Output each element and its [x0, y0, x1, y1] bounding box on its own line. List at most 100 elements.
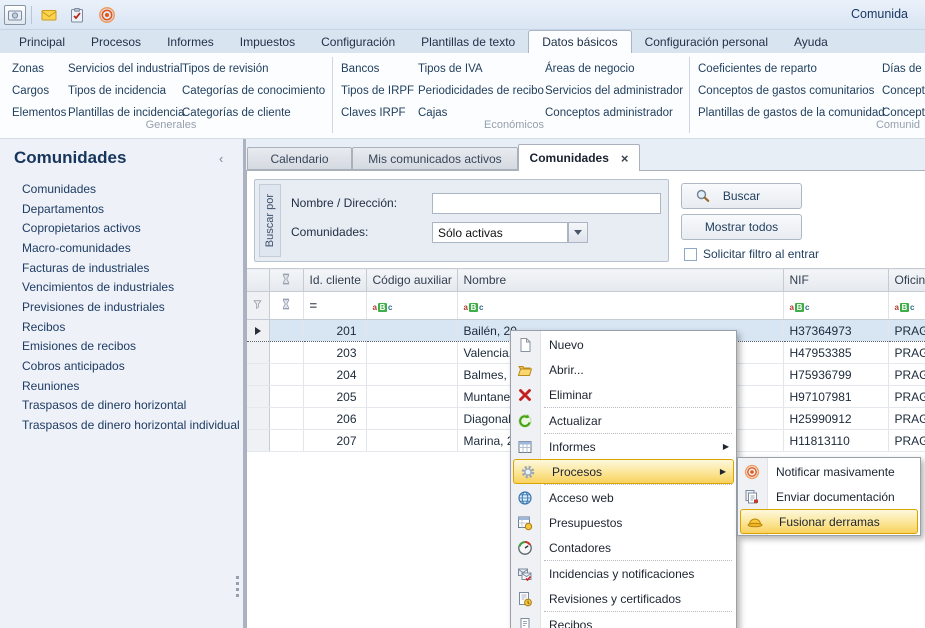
- broadcast-icon[interactable]: [96, 5, 118, 25]
- submenu-item-fusionar-derramas[interactable]: Fusionar derramas: [740, 509, 918, 534]
- ribbon-link-dias[interactable]: Días de em: [882, 58, 925, 80]
- cell-oficina[interactable]: PRAGMA: [888, 386, 925, 408]
- cell-nif[interactable]: H25990912: [783, 408, 888, 430]
- cell-nif[interactable]: H11813110: [783, 430, 888, 452]
- doc-tab-comunidades[interactable]: Comunidades ×: [518, 144, 640, 171]
- sidebar-item-departamentos[interactable]: Departamentos: [0, 199, 243, 219]
- tab-plantillas-de-texto[interactable]: Plantillas de texto: [408, 30, 528, 53]
- ribbon-link-bancos[interactable]: Bancos: [341, 58, 414, 80]
- sidebar-item-traspasos-horizontal[interactable]: Traspasos de dinero horizontal: [0, 396, 243, 416]
- cell-aux[interactable]: [366, 386, 457, 408]
- sidebar-item-comunidades[interactable]: Comunidades: [0, 179, 243, 199]
- grid-header-hourglass[interactable]: [269, 269, 303, 292]
- tab-datos-basicos[interactable]: Datos básicos: [528, 30, 631, 53]
- sidebar-item-vencimientos-industriales[interactable]: Vencimientos de industriales: [0, 277, 243, 297]
- menu-item-procesos[interactable]: Procesos ▶: [513, 459, 734, 484]
- tab-principal[interactable]: Principal: [6, 30, 78, 53]
- dropdown-button[interactable]: [568, 222, 588, 243]
- cell-aux[interactable]: [366, 408, 457, 430]
- close-tab-icon[interactable]: ×: [621, 151, 629, 166]
- sidebar-item-previsiones-industriales[interactable]: Previsiones de industriales: [0, 297, 243, 317]
- cell-id[interactable]: 206: [303, 408, 366, 430]
- tab-ayuda[interactable]: Ayuda: [781, 30, 841, 53]
- grid-header-id-cliente[interactable]: Id. cliente: [303, 269, 366, 292]
- checkbox-box[interactable]: [684, 248, 697, 261]
- tab-configuracion-personal[interactable]: Configuración personal: [632, 30, 781, 53]
- filter-abc-cell-aux[interactable]: aBc: [366, 292, 457, 320]
- communities-filter-select[interactable]: Sólo activas: [432, 222, 568, 243]
- sidebar-item-reuniones[interactable]: Reuniones: [0, 376, 243, 396]
- menu-item-presupuestos[interactable]: Presupuestos: [511, 510, 736, 535]
- grid-header-oficina[interactable]: Oficina: [888, 269, 925, 292]
- tasks-clipboard-icon[interactable]: [66, 5, 88, 25]
- cell-oficina[interactable]: PRAGMA: [888, 408, 925, 430]
- sidebar-item-copropietarios-activos[interactable]: Copropietarios activos: [0, 218, 243, 238]
- cell-nif[interactable]: H75936799: [783, 364, 888, 386]
- cell-nif[interactable]: H97107981: [783, 386, 888, 408]
- grid-header-nombre[interactable]: Nombre: [457, 269, 783, 292]
- ribbon-link-areas-negocio[interactable]: Áreas de negocio: [545, 58, 683, 80]
- menu-item-eliminar[interactable]: Eliminar: [511, 382, 736, 407]
- cell-aux[interactable]: [366, 430, 457, 452]
- ribbon-link-zonas[interactable]: Zonas: [12, 58, 66, 80]
- app-icon[interactable]: [4, 5, 26, 25]
- tab-procesos[interactable]: Procesos: [78, 30, 154, 53]
- tab-configuracion[interactable]: Configuración: [308, 30, 408, 53]
- splitter-handle[interactable]: [236, 576, 240, 600]
- sidebar-item-traspasos-horizontal-individual[interactable]: Traspasos de dinero horizontal individua…: [0, 415, 243, 435]
- cell-oficina[interactable]: PRAGMA: [888, 342, 925, 364]
- filter-hourglass-cell[interactable]: [269, 292, 303, 320]
- doc-tab-mis-comunicados[interactable]: Mis comunicados activos: [352, 147, 518, 170]
- filter-abc-cell-nombre[interactable]: aBc: [457, 292, 783, 320]
- ribbon-link-coeficientes-reparto[interactable]: Coeficientes de reparto: [698, 58, 885, 80]
- menu-item-revisiones[interactable]: Revisiones y certificados: [511, 586, 736, 611]
- show-all-button[interactable]: Mostrar todos: [681, 214, 802, 240]
- menu-item-incidencias[interactable]: Incidencias y notificaciones: [511, 561, 736, 586]
- menu-item-contadores[interactable]: Contadores: [511, 535, 736, 560]
- name-address-input[interactable]: [432, 193, 661, 214]
- filter-abc-cell-nif[interactable]: aBc: [783, 292, 888, 320]
- menu-item-acceso-web[interactable]: Acceso web: [511, 485, 736, 510]
- collapse-sidebar-icon[interactable]: ‹: [219, 151, 223, 166]
- cell-oficina[interactable]: PRAGMA: [888, 320, 925, 342]
- submenu-item-notificar-masivamente[interactable]: Notificar masivamente: [738, 459, 920, 484]
- sidebar-item-recibos[interactable]: Recibos: [0, 317, 243, 337]
- ribbon-link-tipos-irpf[interactable]: Tipos de IRPF: [341, 80, 414, 102]
- ribbon-link-tipos-iva[interactable]: Tipos de IVA: [418, 58, 544, 80]
- cell-nif[interactable]: H37364973: [783, 320, 888, 342]
- doc-tab-calendario[interactable]: Calendario: [247, 147, 352, 170]
- sidebar-item-cobros-anticipados[interactable]: Cobros anticipados: [0, 356, 243, 376]
- cell-aux[interactable]: [366, 342, 457, 364]
- ribbon-link-servicios-industrial[interactable]: Servicios del industrial: [68, 58, 184, 80]
- menu-item-informes[interactable]: Informes ▶: [511, 434, 736, 459]
- cell-aux[interactable]: [366, 364, 457, 386]
- filter-abc-cell-oficina[interactable]: aBc: [888, 292, 925, 320]
- cell-nif[interactable]: H47953385: [783, 342, 888, 364]
- filter-on-enter-checkbox[interactable]: Solicitar filtro al entrar: [684, 247, 819, 261]
- menu-item-actualizar[interactable]: Actualizar: [511, 408, 736, 433]
- sidebar-item-facturas-industriales[interactable]: Facturas de industriales: [0, 258, 243, 278]
- ribbon-link-periodicidades-recibo[interactable]: Periodicidades de recibo: [418, 80, 544, 102]
- menu-item-recibos[interactable]: Recibos: [511, 612, 736, 628]
- tab-informes[interactable]: Informes: [154, 30, 227, 53]
- cell-oficina[interactable]: PRAGMA: [888, 364, 925, 386]
- ribbon-link-tipos-revision[interactable]: Tipos de revisión: [182, 58, 325, 80]
- grid-header-nif[interactable]: NIF: [783, 269, 888, 292]
- ribbon-link-conceptos-gastos-comunitarios[interactable]: Conceptos de gastos comunitarios: [698, 80, 885, 102]
- grid-header-codigo-auxiliar[interactable]: Código auxiliar: [366, 269, 457, 292]
- filter-equals-cell[interactable]: =: [303, 292, 366, 320]
- cell-aux[interactable]: [366, 320, 457, 342]
- cell-id[interactable]: 203: [303, 342, 366, 364]
- ribbon-link-servicios-administrador[interactable]: Servicios del administrador: [545, 80, 683, 102]
- cell-id[interactable]: 205: [303, 386, 366, 408]
- ribbon-link-conceptos-1[interactable]: Conceptos: [882, 80, 925, 102]
- mail-icon[interactable]: [38, 5, 60, 25]
- ribbon-link-categorias-conocimiento[interactable]: Categorías de conocimiento: [182, 80, 325, 102]
- cell-id[interactable]: 207: [303, 430, 366, 452]
- ribbon-link-tipos-incidencia[interactable]: Tipos de incidencia: [68, 80, 184, 102]
- tab-impuestos[interactable]: Impuestos: [227, 30, 308, 53]
- menu-item-nuevo[interactable]: Nuevo: [511, 332, 736, 357]
- sidebar-item-macro-comunidades[interactable]: Macro-comunidades: [0, 238, 243, 258]
- cell-id[interactable]: 201: [303, 320, 366, 342]
- submenu-item-enviar-documentacion[interactable]: Enviar documentación: [738, 484, 920, 509]
